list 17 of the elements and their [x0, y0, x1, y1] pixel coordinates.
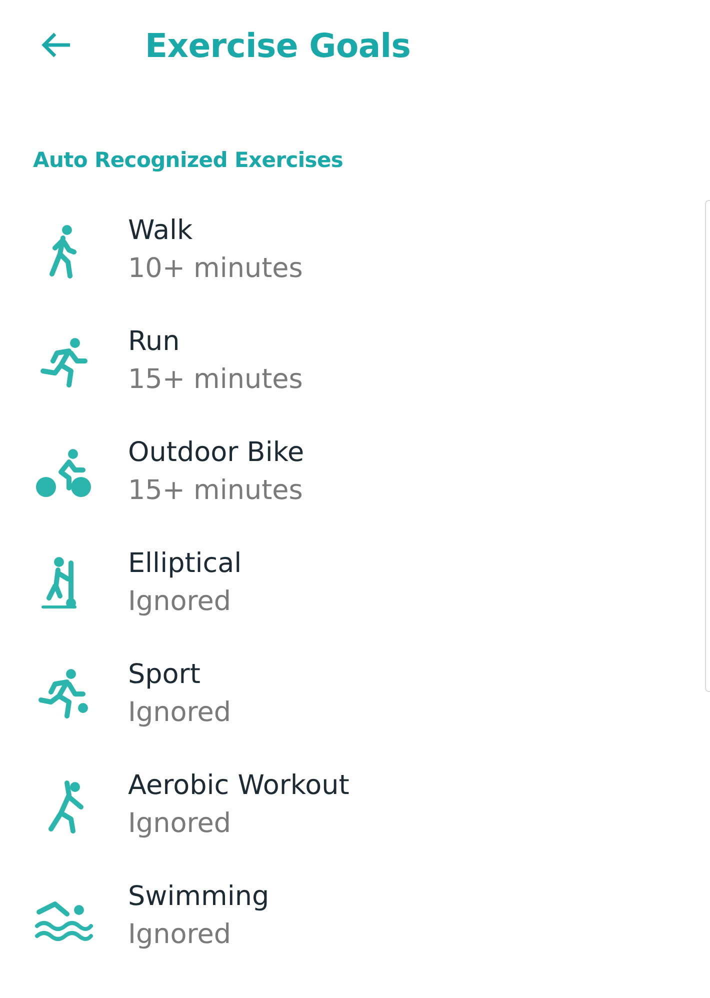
exercise-name: Aerobic Workout: [128, 768, 350, 802]
exercise-goal: Ignored: [128, 918, 232, 952]
exercise-name: Walk: [128, 214, 194, 248]
exercise-goal: Ignored: [128, 584, 232, 618]
exercise-name: Swimming: [128, 880, 270, 914]
exercise-goal: Ignored: [128, 806, 232, 840]
back-arrow-icon[interactable]: [40, 31, 72, 59]
exercise-goal: Ignored: [128, 696, 231, 730]
exercise-name: Elliptical: [128, 546, 242, 580]
page-title: Exercise Goals: [145, 26, 411, 64]
exercise-goal: 15+ minutes: [128, 474, 304, 508]
exercise-goal: 10+ minutes: [128, 252, 303, 286]
exercise-name: Outdoor Bike: [128, 436, 304, 470]
exercise-name: Run: [128, 324, 181, 358]
section-title: Auto Recognized Exercises: [32, 148, 344, 172]
exercise-goal: 15+ minutes: [128, 362, 303, 396]
exercise-name: Sport: [128, 658, 202, 692]
